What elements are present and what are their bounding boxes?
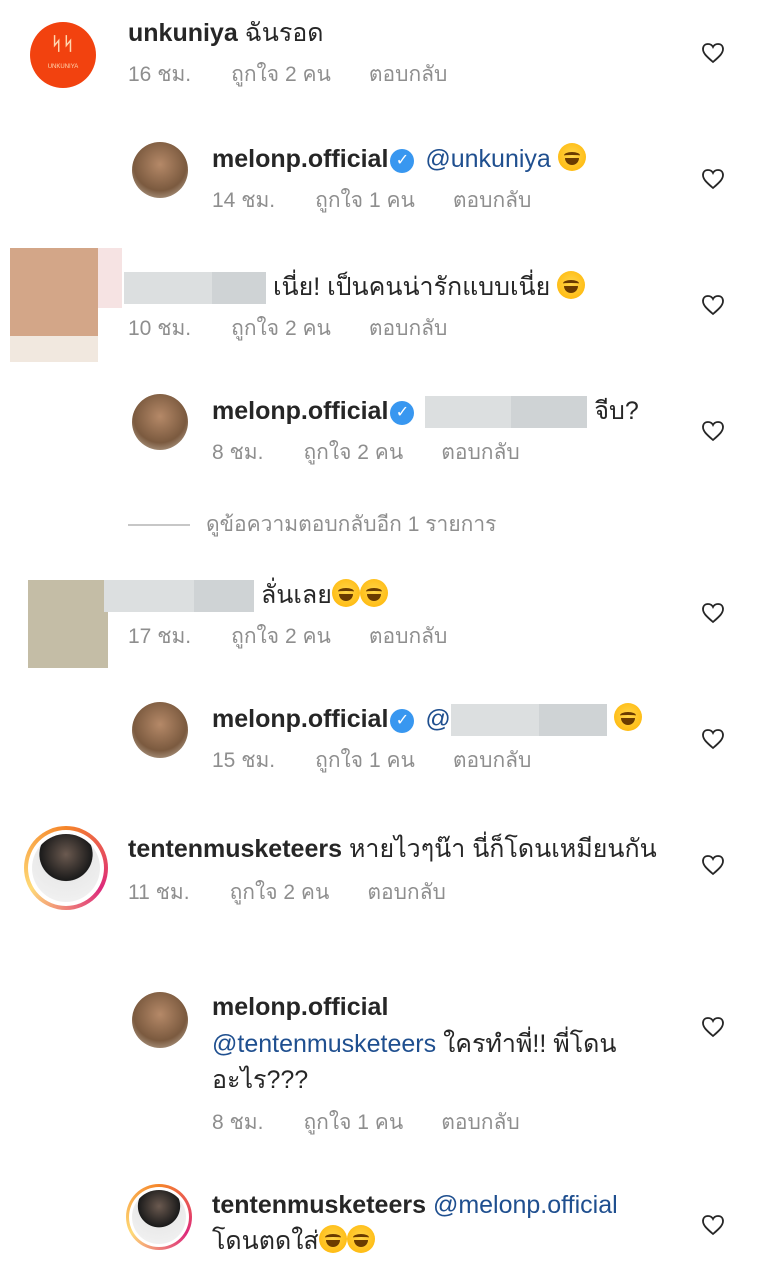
laughing-emoji-icon <box>557 271 586 299</box>
username-link[interactable]: tentenmusketeers <box>212 1191 426 1219</box>
like-heart-icon[interactable] <box>701 1016 725 1038</box>
reply-button[interactable]: ตอบกลับ <box>369 625 448 648</box>
laughing-emoji-icon <box>613 703 642 731</box>
avatar-story-ring[interactable] <box>24 826 108 910</box>
reply-item: tentenmusketeers @melonp.official โดนตดใ… <box>0 1178 769 1280</box>
laughing-emoji-icon <box>557 143 586 171</box>
reply-button[interactable]: ตอบกลับ <box>441 1111 520 1134</box>
mention-link[interactable]: @unkuniya <box>425 145 550 173</box>
avatar-story-ring[interactable] <box>126 1184 192 1250</box>
avatar-redacted <box>10 336 98 362</box>
likes-count[interactable]: ถูกใจ 2 คน <box>303 441 403 464</box>
laughing-emoji-icon <box>359 579 388 607</box>
likes-count[interactable]: ถูกใจ 1 คน <box>315 749 415 772</box>
comment-text: โดนตดใส่ <box>212 1227 319 1255</box>
comment-text: จีบ? <box>594 397 639 425</box>
mention-prefix[interactable]: @ <box>425 705 450 733</box>
laughing-emoji-icon <box>331 579 360 607</box>
comment-body: unkuniya ฉันรอด 16 ชม. ถูกใจ 2 คน ตอบกลับ <box>128 16 485 91</box>
likes-count[interactable]: ถูกใจ 2 คน <box>231 317 331 340</box>
reply-button[interactable]: ตอบกลับ <box>441 441 520 464</box>
comment-item: ᛋᛋ UNKUNIYA unkuniya ฉันรอด 16 ชม. ถูกใจ … <box>0 0 769 110</box>
like-heart-icon[interactable] <box>701 42 725 64</box>
likes-count[interactable]: ถูกใจ 2 คน <box>231 63 331 86</box>
redacted-mention <box>511 396 588 429</box>
username-link[interactable]: melonp.official <box>212 145 388 173</box>
redacted-username <box>124 272 212 305</box>
avatar[interactable] <box>132 992 188 1048</box>
reply-item: melonp.official ✓ จีบ? 8 ชม. ถูกใจ 2 คน ตอบ… <box>0 382 769 482</box>
like-heart-icon[interactable] <box>701 602 725 624</box>
avatar-redacted <box>10 248 98 336</box>
redacted-mention <box>450 704 539 737</box>
comment-text: ลั่นเลย <box>260 581 332 609</box>
like-heart-icon[interactable] <box>701 294 725 316</box>
timestamp: 8 ชม. <box>212 441 264 465</box>
timestamp: 11 ชม. <box>128 881 190 904</box>
logo-text: UNKUNIYA <box>47 64 79 70</box>
laughing-emoji-icon <box>346 1225 375 1253</box>
divider-line <box>128 524 190 527</box>
reply-button[interactable]: ตอบกลับ <box>367 881 446 904</box>
mention-link[interactable]: @tentenmusketeers <box>212 1030 436 1058</box>
reply-item: melonp.official ✓ @unkuniya 14 ชม. ถูกใจ 1… <box>0 130 769 230</box>
comment-item: เนี่ย! เป็นคนน่ารักแบบเนี่ย 10 ชม. ถูกใจ … <box>0 248 769 368</box>
reply-item: melonp.official @tentenmusketeers ใครทำพ… <box>0 980 769 1140</box>
reply-item: melonp.official ✓ @ 15 ชม. ถูกใจ 1 คน ตอบกล… <box>0 690 769 790</box>
comment-text: หายไวๆน๊า นี่ก็โดนเหมียนกัน <box>348 835 657 863</box>
like-heart-icon[interactable] <box>701 168 725 190</box>
view-more-replies-button[interactable]: ดูข้อความตอบกลับอีก 1 รายการ <box>128 508 496 541</box>
redacted-username <box>104 580 194 613</box>
mention-link[interactable]: @melonp.official <box>433 1191 618 1219</box>
comment-text: ฉันรอด <box>244 19 324 47</box>
verified-badge-icon: ✓ <box>390 149 415 173</box>
like-heart-icon[interactable] <box>701 420 725 442</box>
avatar-redacted <box>28 580 108 668</box>
timestamp: 15 ชม. <box>212 749 276 773</box>
view-more-label: ดูข้อความตอบกลับอีก 1 รายการ <box>206 513 497 536</box>
comment-item: ลั่นเลย 17 ชม. ถูกใจ 2 คน ตอบกลับ <box>0 574 769 684</box>
redacted-username <box>194 580 254 613</box>
like-heart-icon[interactable] <box>701 728 725 750</box>
like-heart-icon[interactable] <box>701 854 725 876</box>
timestamp: 8 ชม. <box>212 1111 264 1134</box>
likes-count[interactable]: ถูกใจ 1 คน <box>315 189 415 212</box>
likes-count[interactable]: ถูกใจ 2 คน <box>231 625 331 648</box>
avatar[interactable] <box>132 394 188 450</box>
like-heart-icon[interactable] <box>701 1214 725 1236</box>
reply-button[interactable]: ตอบกลับ <box>453 189 532 212</box>
redacted-username <box>212 272 266 305</box>
timestamp: 14 ชม. <box>212 189 276 212</box>
verified-badge-icon: ✓ <box>390 401 415 425</box>
username-link[interactable]: melonp.official <box>212 705 388 733</box>
timestamp: 17 ชม. <box>128 625 192 649</box>
comment-item: tentenmusketeers หายไวๆน๊า นี่ก็โดนเหมีย… <box>0 818 769 948</box>
avatar[interactable] <box>132 702 188 758</box>
verified-badge-icon: ✓ <box>390 709 415 733</box>
timestamp: 10 ชม. <box>128 317 192 341</box>
reply-button[interactable]: ตอบกลับ <box>369 63 448 86</box>
avatar[interactable]: ᛋᛋ UNKUNIYA <box>30 22 96 88</box>
reply-button[interactable]: ตอบกลับ <box>453 749 532 772</box>
username-link[interactable]: melonp.official <box>212 993 388 1021</box>
username-link[interactable]: tentenmusketeers <box>128 835 342 863</box>
likes-count[interactable]: ถูกใจ 2 คน <box>230 881 330 904</box>
avatar-redacted <box>98 248 122 308</box>
logo-mark: ᛋᛋ <box>51 34 75 54</box>
laughing-emoji-icon <box>318 1225 347 1253</box>
username-link[interactable]: unkuniya <box>128 19 238 47</box>
avatar <box>132 1190 186 1244</box>
timestamp: 16 ชม. <box>128 63 192 86</box>
avatar <box>32 834 100 902</box>
reply-button[interactable]: ตอบกลับ <box>369 317 448 340</box>
likes-count[interactable]: ถูกใจ 1 คน <box>303 1111 403 1134</box>
username-link[interactable]: melonp.official <box>212 397 388 425</box>
comment-text: เนี่ย! เป็นคนน่ารักแบบเนี่ย <box>272 273 551 301</box>
avatar[interactable] <box>132 142 188 198</box>
redacted-mention <box>425 396 512 429</box>
redacted-mention <box>538 704 607 737</box>
